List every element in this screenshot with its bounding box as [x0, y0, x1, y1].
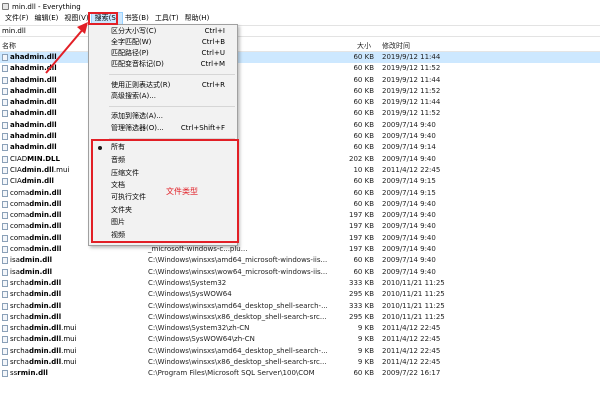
annotation-arrow-icon — [45, 22, 88, 74]
